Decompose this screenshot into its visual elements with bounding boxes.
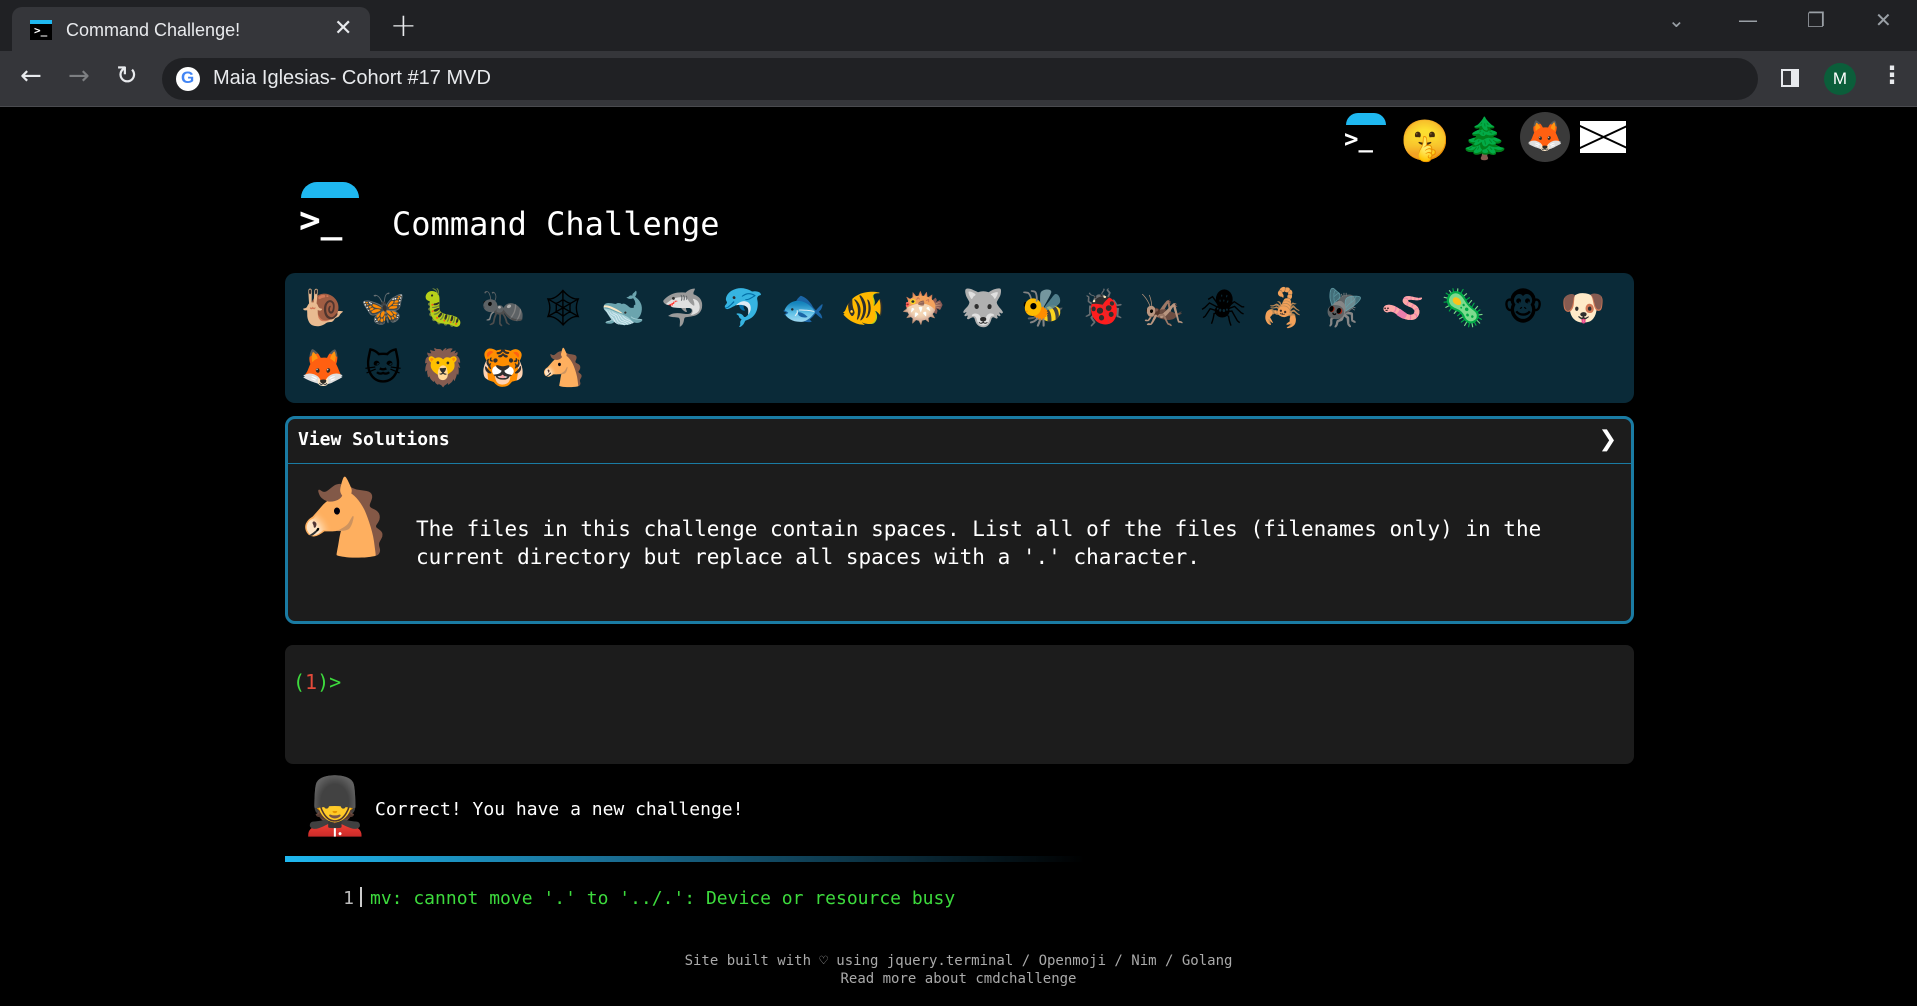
page-title: Command Challenge xyxy=(392,205,720,243)
view-solutions-label[interactable]: View Solutions xyxy=(298,429,450,450)
feedback-message: Correct! You have a new challenge! xyxy=(375,799,744,820)
dolphin-icon[interactable]: 🐬 xyxy=(713,279,773,339)
horse-face-icon: 🐴 xyxy=(298,475,391,561)
tropical-fish-icon[interactable]: 🐠 xyxy=(833,279,893,339)
shark-icon[interactable]: 🦈 xyxy=(653,279,713,339)
terminal-input[interactable]: (1)> xyxy=(285,645,1634,764)
progress-bar xyxy=(285,856,1085,862)
challenge-description: The files in this challenge contain spac… xyxy=(416,517,1542,569)
browser-tab-bar: >_ Command Challenge! ✕ + ⌄ — ❐ ✕ xyxy=(0,0,1917,51)
reload-button[interactable]: ↻ xyxy=(116,61,138,91)
tab-favicon-icon: >_ xyxy=(30,20,52,40)
minimize-button[interactable]: — xyxy=(1738,8,1758,32)
whale-icon[interactable]: 🐋 xyxy=(593,279,653,339)
browser-menu-icon[interactable]: ⋮ xyxy=(1880,61,1904,89)
bee-icon[interactable]: 🐝 xyxy=(1013,279,1073,339)
spider-icon[interactable]: 🕷 xyxy=(1193,279,1253,339)
side-panel-icon[interactable] xyxy=(1781,69,1799,87)
monkey-face-icon[interactable]: 🐵 xyxy=(1493,279,1553,339)
footer-credits: Site built with ♡ using jquery.terminal … xyxy=(684,953,1233,969)
browser-tab[interactable]: >_ Command Challenge! ✕ xyxy=(12,7,370,51)
output-line-number: 1 xyxy=(343,888,354,909)
cricket-icon[interactable]: 🦗 xyxy=(1133,279,1193,339)
caterpillar-icon[interactable]: 🐛 xyxy=(413,279,473,339)
terminal-logo-icon[interactable]: >_ xyxy=(1342,113,1386,157)
prompt-number: 1 xyxy=(305,670,318,694)
footer: Site built with ♡ using jquery.terminal … xyxy=(0,952,1917,988)
emoji-row-2: 🦊 🐱 🦁 🐯 🐴 xyxy=(293,339,593,399)
dog-face-icon[interactable]: 🐶 xyxy=(1553,279,1613,339)
footer-read-more-link[interactable]: Read more about cmdchallenge xyxy=(0,970,1917,988)
horse-face-icon[interactable]: 🐴 xyxy=(533,339,593,399)
site-logo: >_ xyxy=(295,182,361,246)
view-solutions-header[interactable]: View Solutions ❯ xyxy=(288,419,1631,464)
browser-toolbar: ← → ↻ G Maia Iglesias- Cohort #17 MVD M … xyxy=(0,51,1917,107)
address-bar[interactable]: G Maia Iglesias- Cohort #17 MVD xyxy=(162,58,1758,100)
shushing-face-icon[interactable]: 🤫 xyxy=(1398,111,1452,171)
wolf-icon[interactable]: 🐺 xyxy=(953,279,1013,339)
forward-button[interactable]: → xyxy=(68,61,90,91)
gitlab-icon[interactable]: 🦊 xyxy=(1520,112,1570,162)
cat-face-icon[interactable]: 🐱 xyxy=(353,339,413,399)
emoji-row-1: 🐌 🦋 🐛 🐜 🕸 🐋 🦈 🐬 🐟 🐠 🐡 🐺 🐝 🐞 🦗 🕷 🦂 🪰 🪱 🦠 🐵 🐶 xyxy=(293,279,1613,339)
microbe-icon[interactable]: 🦠 xyxy=(1433,279,1493,339)
chevron-right-icon[interactable]: ❯ xyxy=(1599,427,1617,452)
back-button[interactable]: ← xyxy=(20,61,42,91)
tab-search-icon[interactable]: ⌄ xyxy=(1668,8,1685,32)
challenge-emoji-bar: 🐌 🦋 🐛 🐜 🕸 🐋 🦈 🐬 🐟 🐠 🐡 🐺 🐝 🐞 🦗 🕷 🦂 🪰 🪱 🦠 🐵 🐶 🦊 🐱 🦁 🐯 🐴 xyxy=(285,273,1634,403)
google-icon: G xyxy=(176,67,200,91)
lion-icon[interactable]: 🦁 xyxy=(413,339,473,399)
butterfly-icon[interactable]: 🦋 xyxy=(353,279,413,339)
evergreen-tree-icon[interactable]: 🌲 xyxy=(1458,109,1512,169)
scorpion-icon[interactable]: 🦂 xyxy=(1253,279,1313,339)
output-line: 1 mv: cannot move '.' to '../.': Device o… xyxy=(330,887,955,909)
envelope-icon[interactable] xyxy=(1580,121,1626,153)
new-tab-button[interactable]: + xyxy=(390,6,417,44)
worm-icon[interactable]: 🪱 xyxy=(1373,279,1433,339)
page-content: >_ 🤫 🌲 🦊 >_ Command Challenge 🐌 🦋 🐛 🐜 🕸 🐋 🦈 🐬 🐟 🐠… xyxy=(0,107,1917,1006)
tiger-face-icon[interactable]: 🐯 xyxy=(473,339,533,399)
close-window-button[interactable]: ✕ xyxy=(1875,8,1892,32)
terminal-prompt: (1)> xyxy=(293,670,342,694)
address-text[interactable]: Maia Iglesias- Cohort #17 MVD xyxy=(213,67,491,90)
guard-icon: 💂 xyxy=(300,774,370,839)
snail-icon[interactable]: 🐌 xyxy=(293,279,353,339)
challenge-panel: View Solutions ❯ 🐴 The files in this cha… xyxy=(285,416,1634,624)
spider-web-icon[interactable]: 🕸 xyxy=(533,279,593,339)
profile-avatar[interactable]: M xyxy=(1824,63,1856,95)
output-text: mv: cannot move '.' to '../.': Device or… xyxy=(370,888,956,909)
fly-icon[interactable]: 🪰 xyxy=(1313,279,1373,339)
fish-icon[interactable]: 🐟 xyxy=(773,279,833,339)
blowfish-icon[interactable]: 🐡 xyxy=(893,279,953,339)
ant-icon[interactable]: 🐜 xyxy=(473,279,533,339)
fox-icon[interactable]: 🦊 xyxy=(293,339,353,399)
tab-title: Command Challenge! xyxy=(66,20,241,40)
restore-button[interactable]: ❐ xyxy=(1807,8,1825,32)
tab-close-icon[interactable]: ✕ xyxy=(334,16,352,41)
ladybug-icon[interactable]: 🐞 xyxy=(1073,279,1133,339)
